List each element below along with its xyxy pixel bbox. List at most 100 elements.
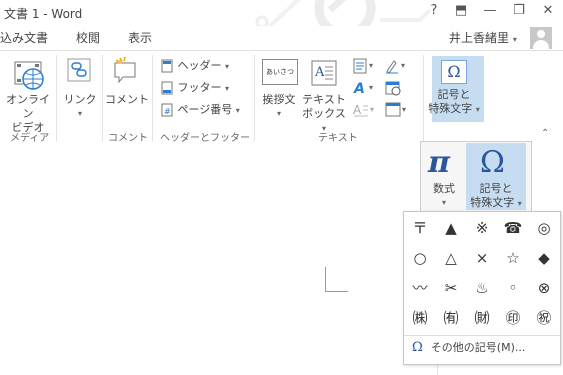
online-video-label-1: オンライン — [6, 93, 50, 120]
symbol-cell[interactable]: ◎ — [529, 214, 559, 242]
drop-cap-icon[interactable]: A ▾ — [352, 101, 378, 119]
equation-icon[interactable]: π — [428, 145, 450, 180]
symbol-cell[interactable]: ⊗ — [529, 274, 559, 302]
collapse-ribbon-icon[interactable]: ⌃ — [541, 128, 549, 139]
group-divider — [56, 55, 57, 141]
avatar-head — [537, 30, 545, 38]
symbol-cell[interactable]: ◦ — [498, 274, 528, 302]
online-video-icon — [14, 61, 44, 90]
user-caret-icon: ▾ — [512, 35, 517, 44]
symbol-gallery: 〒 ▲ ※ ☎ ◎ ○ △ × ☆ ◆ 〰 ✂ ♨ ◦ ⊗ ㈱㈲㈶㊞㊗ Ω その他の記号(M)... — [403, 211, 561, 365]
user-name-label: 井上香緒里 — [449, 31, 510, 45]
greeting-caret-icon: ▾ — [276, 109, 281, 118]
gallery-divider — [404, 335, 560, 336]
symbol-label-2: 特殊文字 ▾ — [420, 102, 488, 117]
symbol-button-dropdown-label: 記号と 特殊文字 ▾ — [462, 182, 530, 211]
svg-text:A: A — [353, 81, 365, 97]
quick-parts-icon[interactable]: ▾ — [352, 57, 378, 75]
help-button[interactable]: ? — [425, 3, 443, 18]
dropdown-symbol-label-2: 特殊文字 ▾ — [462, 196, 530, 211]
omega-small-icon: Ω — [412, 340, 423, 355]
page-number-button[interactable]: # ページ番号 ▾ — [160, 101, 240, 119]
svg-text:A: A — [314, 65, 325, 80]
dropdown-symbol-caret-icon: ▾ — [517, 199, 522, 208]
title-bar-decoration — [255, 0, 432, 26]
svg-text:▾: ▾ — [369, 61, 373, 70]
footer-icon — [161, 81, 173, 95]
symbol-cell[interactable]: ※ — [467, 214, 497, 242]
equation-caret-icon: ▾ — [441, 198, 446, 207]
svg-text:▾: ▾ — [402, 105, 406, 114]
svg-text:A: A — [353, 103, 362, 117]
symbol-cell[interactable]: ㈲ — [436, 304, 466, 332]
group-divider — [102, 55, 103, 141]
symbol-cell[interactable]: ♨ — [467, 274, 497, 302]
symbol-cell[interactable]: △ — [436, 244, 466, 272]
symbol-cell[interactable]: ㊞ — [498, 304, 528, 332]
omega-icon: Ω — [441, 60, 467, 84]
comment-label: コメント — [105, 93, 149, 106]
greeting-icon: あいさつ — [262, 59, 298, 85]
greeting-button[interactable]: 挨拶文 ▾ — [258, 93, 300, 121]
avatar[interactable] — [530, 27, 552, 49]
symbol-cell[interactable]: 〒 — [405, 214, 435, 242]
page-margin-corner-mark — [325, 267, 348, 292]
tab-review[interactable]: 校閲 — [76, 29, 100, 46]
symbol-button-label: 記号と 特殊文字 ▾ — [420, 88, 488, 117]
link-caret-icon: ▾ — [77, 109, 82, 118]
dropdown-symbol-label-2-text: 特殊文字 — [470, 196, 515, 209]
header-label: ヘッダー — [177, 59, 222, 72]
link-button[interactable]: リンク ▾ — [60, 93, 100, 121]
footer-button[interactable]: フッター ▾ — [160, 79, 229, 97]
close-button[interactable]: ✕ — [539, 3, 557, 18]
symbol-cell[interactable]: ▲ — [436, 214, 466, 242]
symbol-caret-icon: ▾ — [475, 105, 480, 114]
signature-line-icon[interactable]: ▾ — [384, 57, 412, 75]
more-symbols-label: その他の記号(M)... — [430, 341, 526, 354]
header-button[interactable]: ヘッダー ▾ — [160, 57, 229, 75]
symbol-cell[interactable]: × — [467, 244, 497, 272]
page-number-label: ページ番号 — [177, 103, 233, 116]
header-icon — [161, 59, 173, 73]
group-label-media: メディア — [10, 133, 50, 144]
symbol-cell[interactable]: ☎ — [498, 214, 528, 242]
symbol-cell[interactable]: ㈶ — [467, 304, 497, 332]
omega-large-icon: Ω — [480, 145, 505, 180]
comment-button[interactable]: コメント — [104, 93, 150, 107]
more-symbols-item[interactable]: Ω その他の記号(M)... — [412, 339, 525, 355]
page-number-caret-icon: ▾ — [235, 106, 240, 115]
user-name[interactable]: 井上香緒里 ▾ — [449, 29, 517, 46]
symbol-cell[interactable]: ✂ — [436, 274, 466, 302]
group-divider — [254, 55, 255, 141]
minimize-button[interactable]: — — [481, 3, 499, 18]
date-time-icon[interactable] — [384, 79, 402, 97]
symbol-label-1: 記号と — [437, 88, 471, 101]
ribbon-display-options-button[interactable]: ⬒ — [452, 3, 470, 18]
link-label: リンク — [63, 93, 97, 106]
tab-view[interactable]: 表示 — [128, 29, 152, 46]
group-label-text: テキスト — [318, 133, 358, 144]
header-caret-icon: ▾ — [225, 62, 230, 71]
equation-label: 数式 — [433, 182, 455, 195]
textbox-icon: A — [311, 60, 337, 86]
wordart-icon[interactable]: A ▾ — [352, 79, 378, 97]
symbol-cell[interactable]: ㊗ — [529, 304, 559, 332]
symbol-cell[interactable]: ◆ — [529, 244, 559, 272]
svg-text:#: # — [164, 107, 171, 116]
restore-button[interactable]: ❐ — [510, 3, 528, 18]
avatar-body — [533, 40, 549, 49]
tab-mailings[interactable]: 込み文書 — [0, 29, 48, 46]
window-title: 文書 1 - Word — [4, 7, 83, 21]
symbol-cell[interactable]: ㈱ — [405, 304, 435, 332]
symbol-cell[interactable]: 〰 — [405, 274, 435, 302]
symbol-cell[interactable]: ○ — [405, 244, 435, 272]
link-icon — [67, 58, 91, 82]
svg-text:▾: ▾ — [369, 83, 373, 92]
symbol-cell[interactable]: ☆ — [498, 244, 528, 272]
equation-button[interactable]: 数式 ▾ — [424, 182, 464, 210]
page-number-icon: # — [161, 103, 173, 117]
svg-text:▾: ▾ — [370, 105, 374, 114]
footer-caret-icon: ▾ — [225, 84, 230, 93]
group-label-header-footer: ヘッダーとフッター — [160, 133, 250, 144]
object-icon[interactable]: ▾ — [384, 101, 412, 119]
